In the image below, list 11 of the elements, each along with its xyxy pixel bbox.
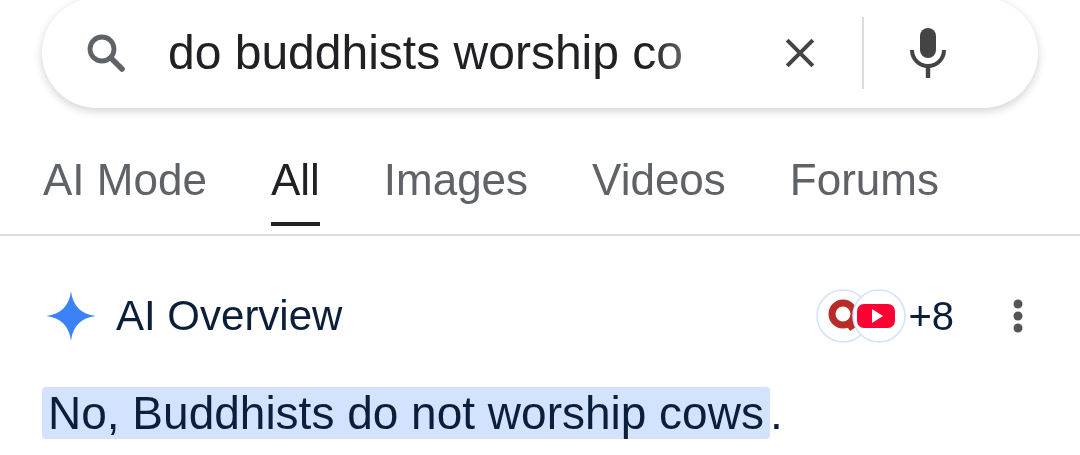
search-tab[interactable]: Images [383,146,529,226]
search-query: do buddhists worship co [168,25,684,81]
search-tab[interactable]: Forums [789,146,939,226]
search-field[interactable]: do buddhists worship co [42,0,1038,108]
overview-title: AI Overview [116,291,343,341]
more-icon[interactable] [1012,297,1024,334]
sources-count[interactable]: +8 [908,285,954,346]
search-tab[interactable]: All [270,146,320,226]
search-tab[interactable]: AI Mode [43,146,207,226]
search-tab[interactable]: Videos [592,146,726,226]
source-icons-drawing[interactable] [816,288,907,343]
